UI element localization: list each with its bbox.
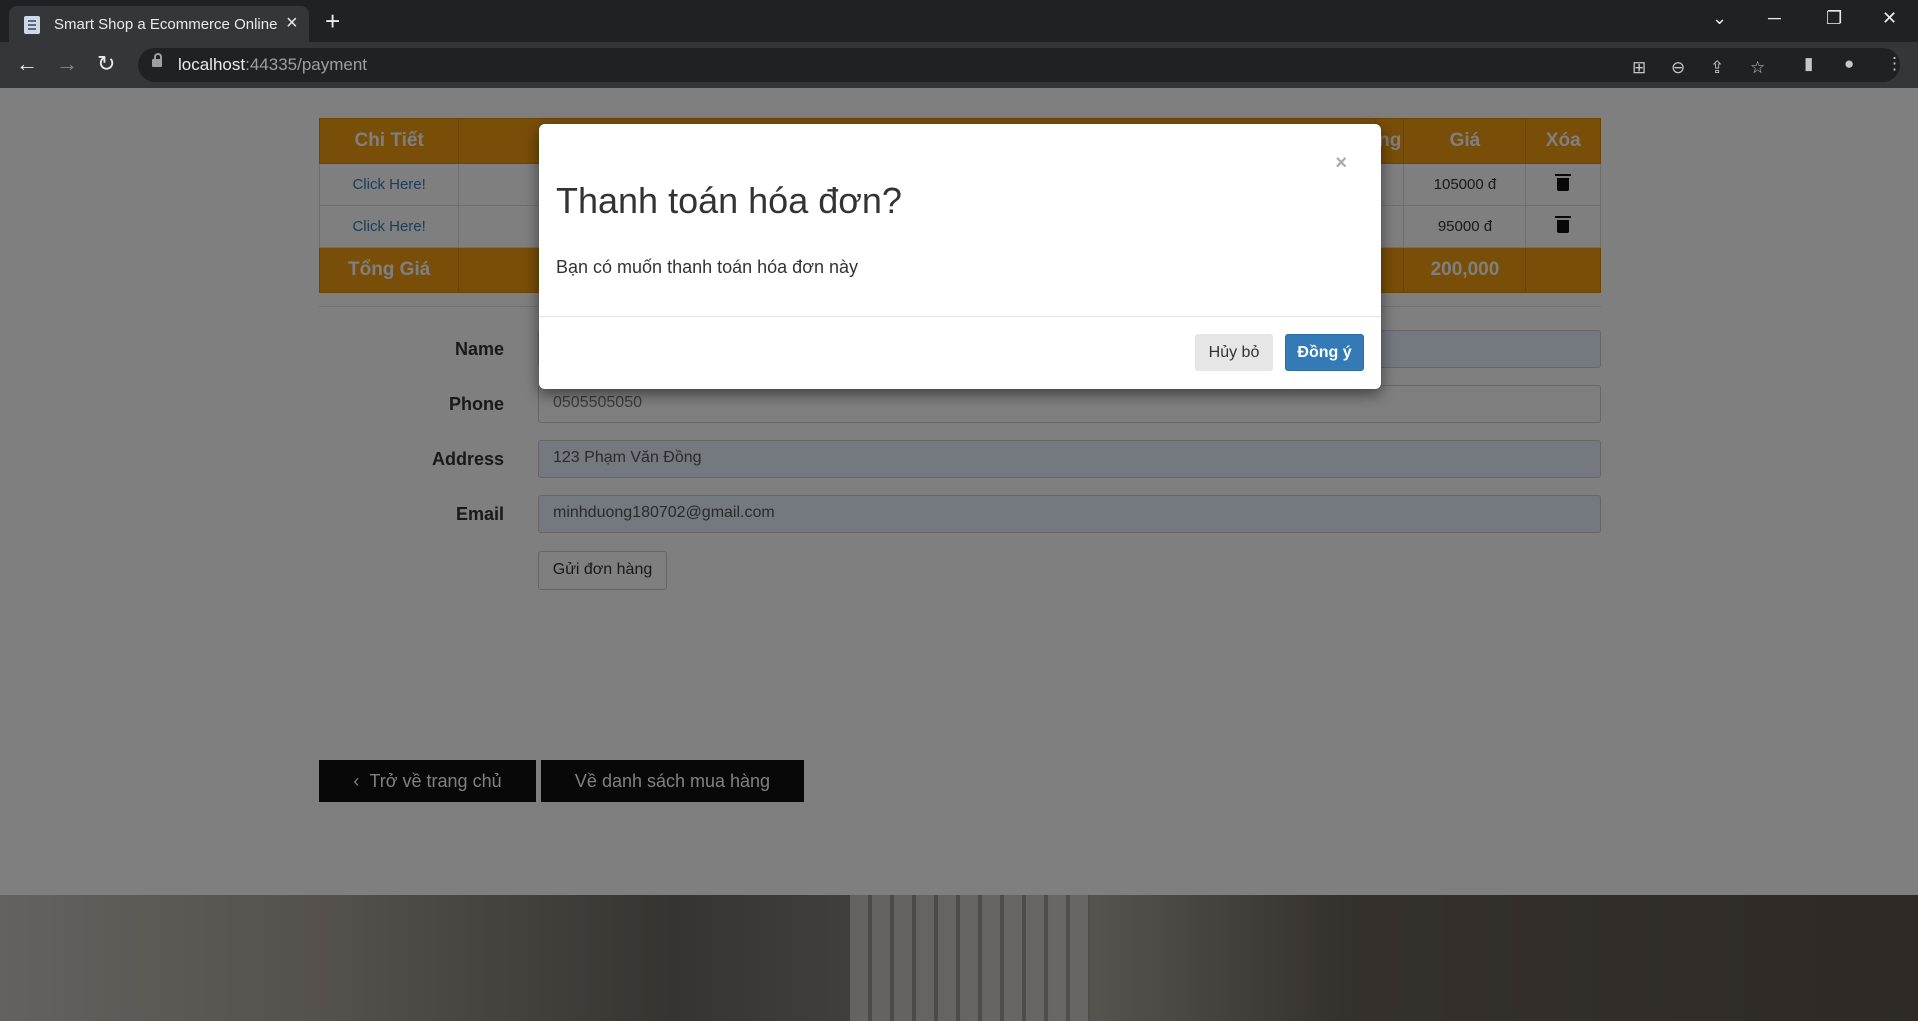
close-window-icon[interactable]: ✕ xyxy=(1882,8,1897,28)
browser-tab[interactable]: Smart Shop a Ecommerce Online × xyxy=(9,6,309,42)
payment-confirm-dialog: × Thanh toán hóa đơn? Bạn có muốn thanh … xyxy=(539,124,1381,389)
minimize-icon[interactable]: ─ xyxy=(1768,8,1781,28)
menu-icon[interactable]: ⋮ xyxy=(1886,54,1903,74)
reload-icon[interactable]: ↻ xyxy=(97,52,115,76)
tab-search-icon[interactable]: ⌄ xyxy=(1712,8,1727,28)
close-tab-icon[interactable]: × xyxy=(286,13,298,33)
close-icon[interactable]: × xyxy=(1335,152,1347,175)
translate-icon[interactable]: ⊞ xyxy=(1632,58,1646,78)
modal-divider xyxy=(539,316,1381,317)
url-text: localhost:44335/payment xyxy=(178,55,368,74)
restore-icon[interactable]: ❐ xyxy=(1826,8,1842,28)
lock-icon xyxy=(152,53,162,67)
modal-title: Thanh toán hóa đơn? xyxy=(556,180,902,221)
zoom-icon[interactable]: ⊖ xyxy=(1671,58,1685,78)
tab-title: Smart Shop a Ecommerce Online xyxy=(54,16,278,33)
back-icon[interactable]: ← xyxy=(16,52,38,76)
modal-message: Bạn có muốn thanh toán hóa đơn này xyxy=(556,257,859,277)
bookmark-star-icon[interactable]: ☆ xyxy=(1750,58,1765,78)
browser-tab-bar: Smart Shop a Ecommerce Online × + ⌄ ─ ❐ … xyxy=(0,0,1918,42)
browser-toolbar: ← → ↻ localhost:44335/payment ⊞ ⊖ ⇪ ☆ ▮ … xyxy=(0,42,1918,88)
cancel-button[interactable]: Hủy bỏ xyxy=(1195,334,1273,371)
page-favicon-icon xyxy=(24,16,40,34)
side-panel-icon[interactable]: ▮ xyxy=(1804,54,1813,74)
share-icon[interactable]: ⇪ xyxy=(1710,58,1724,78)
confirm-button[interactable]: Đồng ý xyxy=(1285,334,1364,371)
forward-icon[interactable]: → xyxy=(56,52,78,76)
new-tab-icon[interactable]: + xyxy=(325,8,340,34)
profile-icon[interactable]: ● xyxy=(1844,54,1854,74)
address-bar[interactable]: localhost:44335/payment ⊞ ⊖ ⇪ ☆ xyxy=(138,48,1900,82)
